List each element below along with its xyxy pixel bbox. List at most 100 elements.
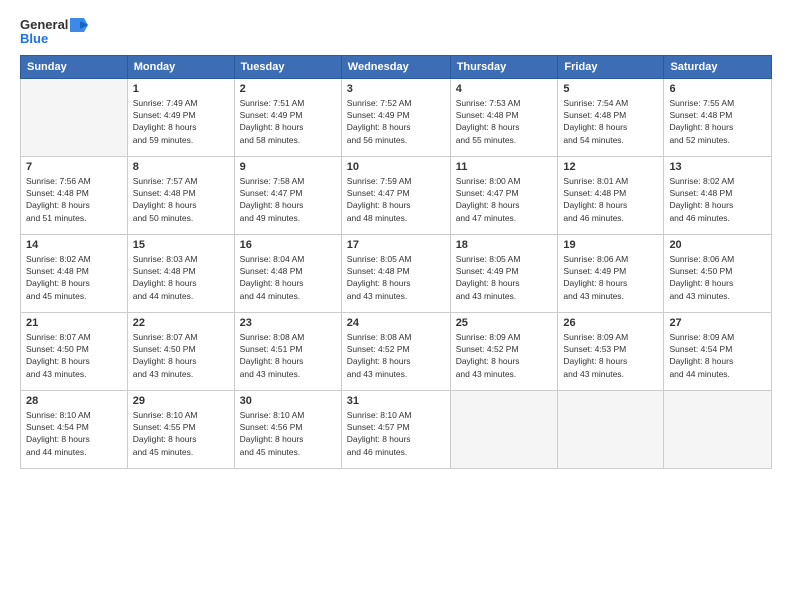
calendar-cell: 17 Sunrise: 8:05 AM Sunset: 4:48 PM Dayli… — [341, 234, 450, 312]
calendar-cell: 20 Sunrise: 8:06 AM Sunset: 4:50 PM Dayli… — [664, 234, 772, 312]
logo: General Blue — [20, 18, 88, 47]
calendar-cell: 2 Sunrise: 7:51 AM Sunset: 4:49 PM Daylig… — [234, 78, 341, 156]
day-info: Sunrise: 7:57 AM Sunset: 4:48 PM Dayligh… — [133, 175, 229, 224]
week-row-2: 7 Sunrise: 7:56 AM Sunset: 4:48 PM Daylig… — [21, 156, 772, 234]
day-info: Sunrise: 8:10 AM Sunset: 4:55 PM Dayligh… — [133, 409, 229, 458]
day-info: Sunrise: 7:49 AM Sunset: 4:49 PM Dayligh… — [133, 97, 229, 146]
day-number: 2 — [240, 83, 336, 95]
calendar-cell: 7 Sunrise: 7:56 AM Sunset: 4:48 PM Daylig… — [21, 156, 128, 234]
day-number: 4 — [456, 83, 553, 95]
calendar-cell: 26 Sunrise: 8:09 AM Sunset: 4:53 PM Dayli… — [558, 312, 664, 390]
day-info: Sunrise: 8:09 AM Sunset: 4:52 PM Dayligh… — [456, 331, 553, 380]
day-number: 8 — [133, 161, 229, 173]
calendar-cell: 30 Sunrise: 8:10 AM Sunset: 4:56 PM Dayli… — [234, 390, 341, 468]
day-number: 17 — [347, 239, 445, 251]
calendar-cell: 11Sunrise: 8:00 AM Sunset: 4:47 PM Dayli… — [450, 156, 558, 234]
calendar-cell: 14Sunrise: 8:02 AM Sunset: 4:48 PM Dayli… — [21, 234, 128, 312]
day-number: 12 — [563, 161, 658, 173]
calendar-cell: 29 Sunrise: 8:10 AM Sunset: 4:55 PM Dayli… — [127, 390, 234, 468]
day-number: 15 — [133, 239, 229, 251]
week-row-3: 14Sunrise: 8:02 AM Sunset: 4:48 PM Dayli… — [21, 234, 772, 312]
page: General Blue SundayMondayTuesdayWednesda… — [0, 0, 792, 612]
calendar-cell: 10 Sunrise: 7:59 AM Sunset: 4:47 PM Dayli… — [341, 156, 450, 234]
day-info: Sunrise: 7:55 AM Sunset: 4:48 PM Dayligh… — [669, 97, 766, 146]
calendar-cell: 21Sunrise: 8:07 AM Sunset: 4:50 PM Dayli… — [21, 312, 128, 390]
header: General Blue — [20, 18, 772, 47]
calendar-cell: 9 Sunrise: 7:58 AM Sunset: 4:47 PM Daylig… — [234, 156, 341, 234]
day-info: Sunrise: 7:51 AM Sunset: 4:49 PM Dayligh… — [240, 97, 336, 146]
day-number: 18 — [456, 239, 553, 251]
calendar-cell — [21, 78, 128, 156]
calendar-cell: 4 Sunrise: 7:53 AM Sunset: 4:48 PM Daylig… — [450, 78, 558, 156]
day-number: 13 — [669, 161, 766, 173]
day-number: 5 — [563, 83, 658, 95]
col-header-wednesday: Wednesday — [341, 55, 450, 78]
calendar-cell: 6Sunrise: 7:55 AM Sunset: 4:48 PM Daylig… — [664, 78, 772, 156]
week-row-4: 21Sunrise: 8:07 AM Sunset: 4:50 PM Dayli… — [21, 312, 772, 390]
day-number: 19 — [563, 239, 658, 251]
day-info: Sunrise: 7:53 AM Sunset: 4:48 PM Dayligh… — [456, 97, 553, 146]
col-header-sunday: Sunday — [21, 55, 128, 78]
day-number: 23 — [240, 317, 336, 329]
day-number: 1 — [133, 83, 229, 95]
week-row-5: 28Sunrise: 8:10 AM Sunset: 4:54 PM Dayli… — [21, 390, 772, 468]
calendar-cell: 15 Sunrise: 8:03 AM Sunset: 4:48 PM Dayli… — [127, 234, 234, 312]
logo-arrow-icon — [70, 18, 88, 32]
calendar-cell: 18Sunrise: 8:05 AM Sunset: 4:49 PM Dayli… — [450, 234, 558, 312]
day-number: 25 — [456, 317, 553, 329]
day-number: 11 — [456, 161, 553, 173]
day-info: Sunrise: 8:06 AM Sunset: 4:50 PM Dayligh… — [669, 253, 766, 302]
day-info: Sunrise: 8:03 AM Sunset: 4:48 PM Dayligh… — [133, 253, 229, 302]
day-number: 24 — [347, 317, 445, 329]
calendar-cell: 27Sunrise: 8:09 AM Sunset: 4:54 PM Dayli… — [664, 312, 772, 390]
day-info: Sunrise: 8:07 AM Sunset: 4:50 PM Dayligh… — [26, 331, 122, 380]
calendar-cell: 13 Sunrise: 8:02 AM Sunset: 4:48 PM Dayli… — [664, 156, 772, 234]
day-info: Sunrise: 8:02 AM Sunset: 4:48 PM Dayligh… — [26, 253, 122, 302]
calendar-cell: 5Sunrise: 7:54 AM Sunset: 4:48 PM Daylig… — [558, 78, 664, 156]
day-number: 26 — [563, 317, 658, 329]
week-row-1: 1 Sunrise: 7:49 AM Sunset: 4:49 PM Daylig… — [21, 78, 772, 156]
day-info: Sunrise: 8:10 AM Sunset: 4:56 PM Dayligh… — [240, 409, 336, 458]
day-info: Sunrise: 7:59 AM Sunset: 4:47 PM Dayligh… — [347, 175, 445, 224]
calendar-cell: 3 Sunrise: 7:52 AM Sunset: 4:49 PM Daylig… — [341, 78, 450, 156]
day-info: Sunrise: 7:58 AM Sunset: 4:47 PM Dayligh… — [240, 175, 336, 224]
day-number: 20 — [669, 239, 766, 251]
day-number: 29 — [133, 395, 229, 407]
day-number: 9 — [240, 161, 336, 173]
calendar-cell: 19Sunrise: 8:06 AM Sunset: 4:49 PM Dayli… — [558, 234, 664, 312]
calendar-table: SundayMondayTuesdayWednesdayThursdayFrid… — [20, 55, 772, 469]
day-number: 28 — [26, 395, 122, 407]
col-header-monday: Monday — [127, 55, 234, 78]
calendar-cell: 1 Sunrise: 7:49 AM Sunset: 4:49 PM Daylig… — [127, 78, 234, 156]
day-number: 16 — [240, 239, 336, 251]
calendar-cell: 22 Sunrise: 8:07 AM Sunset: 4:50 PM Dayli… — [127, 312, 234, 390]
calendar-cell: 24Sunrise: 8:08 AM Sunset: 4:52 PM Dayli… — [341, 312, 450, 390]
logo-general: General — [20, 18, 68, 32]
day-number: 7 — [26, 161, 122, 173]
logo-blue: Blue — [20, 32, 48, 46]
calendar-cell: 28Sunrise: 8:10 AM Sunset: 4:54 PM Dayli… — [21, 390, 128, 468]
calendar-cell: 25 Sunrise: 8:09 AM Sunset: 4:52 PM Dayli… — [450, 312, 558, 390]
day-info: Sunrise: 8:07 AM Sunset: 4:50 PM Dayligh… — [133, 331, 229, 380]
calendar-cell: 16 Sunrise: 8:04 AM Sunset: 4:48 PM Dayli… — [234, 234, 341, 312]
day-number: 30 — [240, 395, 336, 407]
calendar-cell — [664, 390, 772, 468]
day-info: Sunrise: 8:09 AM Sunset: 4:53 PM Dayligh… — [563, 331, 658, 380]
calendar-cell: 8 Sunrise: 7:57 AM Sunset: 4:48 PM Daylig… — [127, 156, 234, 234]
day-number: 10 — [347, 161, 445, 173]
day-info: Sunrise: 7:52 AM Sunset: 4:49 PM Dayligh… — [347, 97, 445, 146]
day-number: 31 — [347, 395, 445, 407]
day-info: Sunrise: 8:10 AM Sunset: 4:57 PM Dayligh… — [347, 409, 445, 458]
calendar-cell: 31 Sunrise: 8:10 AM Sunset: 4:57 PM Dayli… — [341, 390, 450, 468]
day-number: 3 — [347, 83, 445, 95]
day-info: Sunrise: 8:05 AM Sunset: 4:48 PM Dayligh… — [347, 253, 445, 302]
day-info: Sunrise: 8:02 AM Sunset: 4:48 PM Dayligh… — [669, 175, 766, 224]
day-number: 22 — [133, 317, 229, 329]
col-header-thursday: Thursday — [450, 55, 558, 78]
day-info: Sunrise: 8:04 AM Sunset: 4:48 PM Dayligh… — [240, 253, 336, 302]
day-number: 27 — [669, 317, 766, 329]
col-header-tuesday: Tuesday — [234, 55, 341, 78]
calendar-cell — [450, 390, 558, 468]
day-info: Sunrise: 7:56 AM Sunset: 4:48 PM Dayligh… — [26, 175, 122, 224]
header-row: SundayMondayTuesdayWednesdayThursdayFrid… — [21, 55, 772, 78]
